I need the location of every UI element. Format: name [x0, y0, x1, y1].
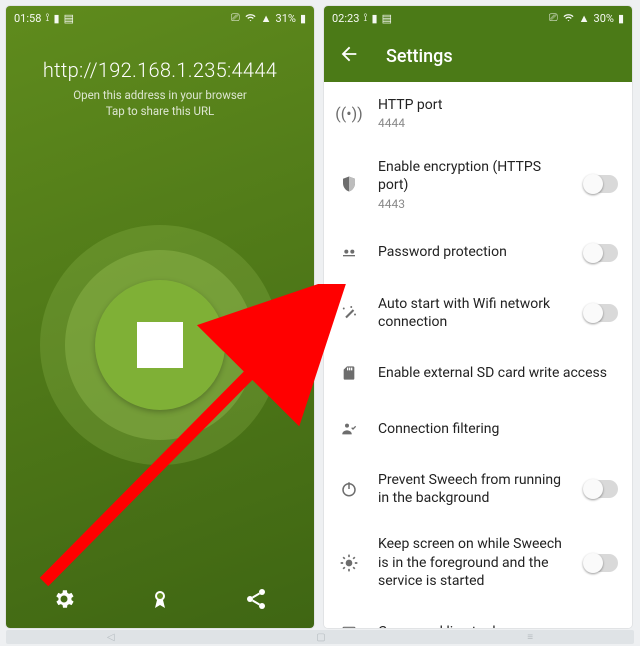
url-hint: Open this address in your browser Tap to…: [6, 88, 314, 119]
app-bar: Settings: [324, 30, 632, 82]
sdcard-icon: [338, 363, 360, 383]
more-icon: ▤: [382, 12, 392, 25]
terminal-icon: [338, 625, 360, 628]
battery-icon: ▮: [300, 12, 306, 25]
signal-icon: ▲: [261, 12, 272, 25]
nav-recents-icon[interactable]: ≡: [527, 632, 533, 643]
toggle-https[interactable]: [584, 175, 618, 193]
gear-icon: [52, 587, 76, 611]
toggle-password[interactable]: [584, 244, 618, 262]
location-icon: ⟟: [45, 11, 49, 25]
main-screen: 01:58 ⟟ ▮ ▤ ⎚ ▲ 31% ▮ http://192.168.1.2…: [6, 6, 314, 628]
battery-icon: ▮: [618, 12, 624, 25]
toggle-prevent[interactable]: [584, 480, 618, 498]
shield-icon: [338, 174, 360, 194]
share-button[interactable]: [244, 587, 268, 611]
toggle-keepscreen[interactable]: [584, 554, 618, 572]
wifi-icon: [244, 13, 257, 24]
nav-back-icon[interactable]: ◁: [107, 632, 115, 643]
more-icon: ▤: [64, 12, 74, 25]
share-icon: [244, 587, 268, 611]
settings-button[interactable]: [52, 587, 76, 611]
settings-list[interactable]: ((•)) HTTP port 4444 Enable encryption (…: [324, 82, 632, 628]
row-password[interactable]: Password protection: [324, 225, 632, 281]
sim-icon: ▮: [372, 12, 378, 25]
badge-button[interactable]: [148, 587, 172, 611]
back-button[interactable]: [338, 43, 360, 70]
person-check-icon: [338, 421, 360, 437]
arrow-back-icon: [338, 43, 360, 65]
sim-icon: ▮: [54, 12, 60, 25]
row-prevent-bg[interactable]: Prevent Sweech from running in the backg…: [324, 457, 632, 521]
settings-screen: 02:23 ⟟ ▮ ▤ ⎚ ▲ 30% ▮ Settings: [324, 6, 632, 628]
bottom-toolbar: [6, 570, 314, 628]
row-filter[interactable]: Connection filtering: [324, 401, 632, 457]
row-sdcard[interactable]: Enable external SD card write access: [324, 345, 632, 401]
cast-icon: ⎚: [231, 11, 240, 25]
battery-text: 30%: [594, 12, 614, 25]
url-block[interactable]: http://192.168.1.235:4444 Open this addr…: [6, 58, 314, 119]
wand-icon: [338, 304, 360, 322]
row-https[interactable]: Enable encryption (HTTPS port) 4443: [324, 144, 632, 224]
power-icon: [338, 480, 360, 498]
key-icon: [338, 245, 360, 261]
row-keepscreen[interactable]: Keep screen on while Sweech is in the fo…: [324, 521, 632, 604]
status-time: 02:23: [332, 12, 359, 25]
system-nav-bar: ◁ ▢ ≡: [6, 630, 634, 644]
nav-home-icon[interactable]: ▢: [316, 632, 325, 643]
stop-icon: [137, 322, 183, 368]
main-button-area: [6, 119, 314, 570]
status-bar-left: 01:58 ⟟ ▮ ▤ ⎚ ▲ 31% ▮: [6, 6, 314, 30]
signal-icon: ▲: [579, 12, 590, 25]
row-autostart[interactable]: Auto start with Wifi network connection: [324, 281, 632, 345]
cast-icon: ⎚: [549, 11, 558, 25]
row-cli[interactable]: Command line tool: [324, 604, 632, 628]
status-bar-right: 02:23 ⟟ ▮ ▤ ⎚ ▲ 30% ▮: [324, 6, 632, 30]
appbar-title: Settings: [386, 46, 453, 67]
status-time: 01:58: [14, 12, 41, 25]
toggle-autostart[interactable]: [584, 304, 618, 322]
brightness-icon: [338, 553, 360, 573]
wifi-icon: [562, 13, 575, 24]
row-http-port[interactable]: ((•)) HTTP port 4444: [324, 82, 632, 144]
badge-icon: [148, 587, 172, 611]
antenna-icon: ((•)): [338, 104, 360, 123]
battery-text: 31%: [276, 12, 296, 25]
server-url: http://192.168.1.235:4444: [6, 58, 314, 82]
location-icon: ⟟: [363, 11, 367, 25]
